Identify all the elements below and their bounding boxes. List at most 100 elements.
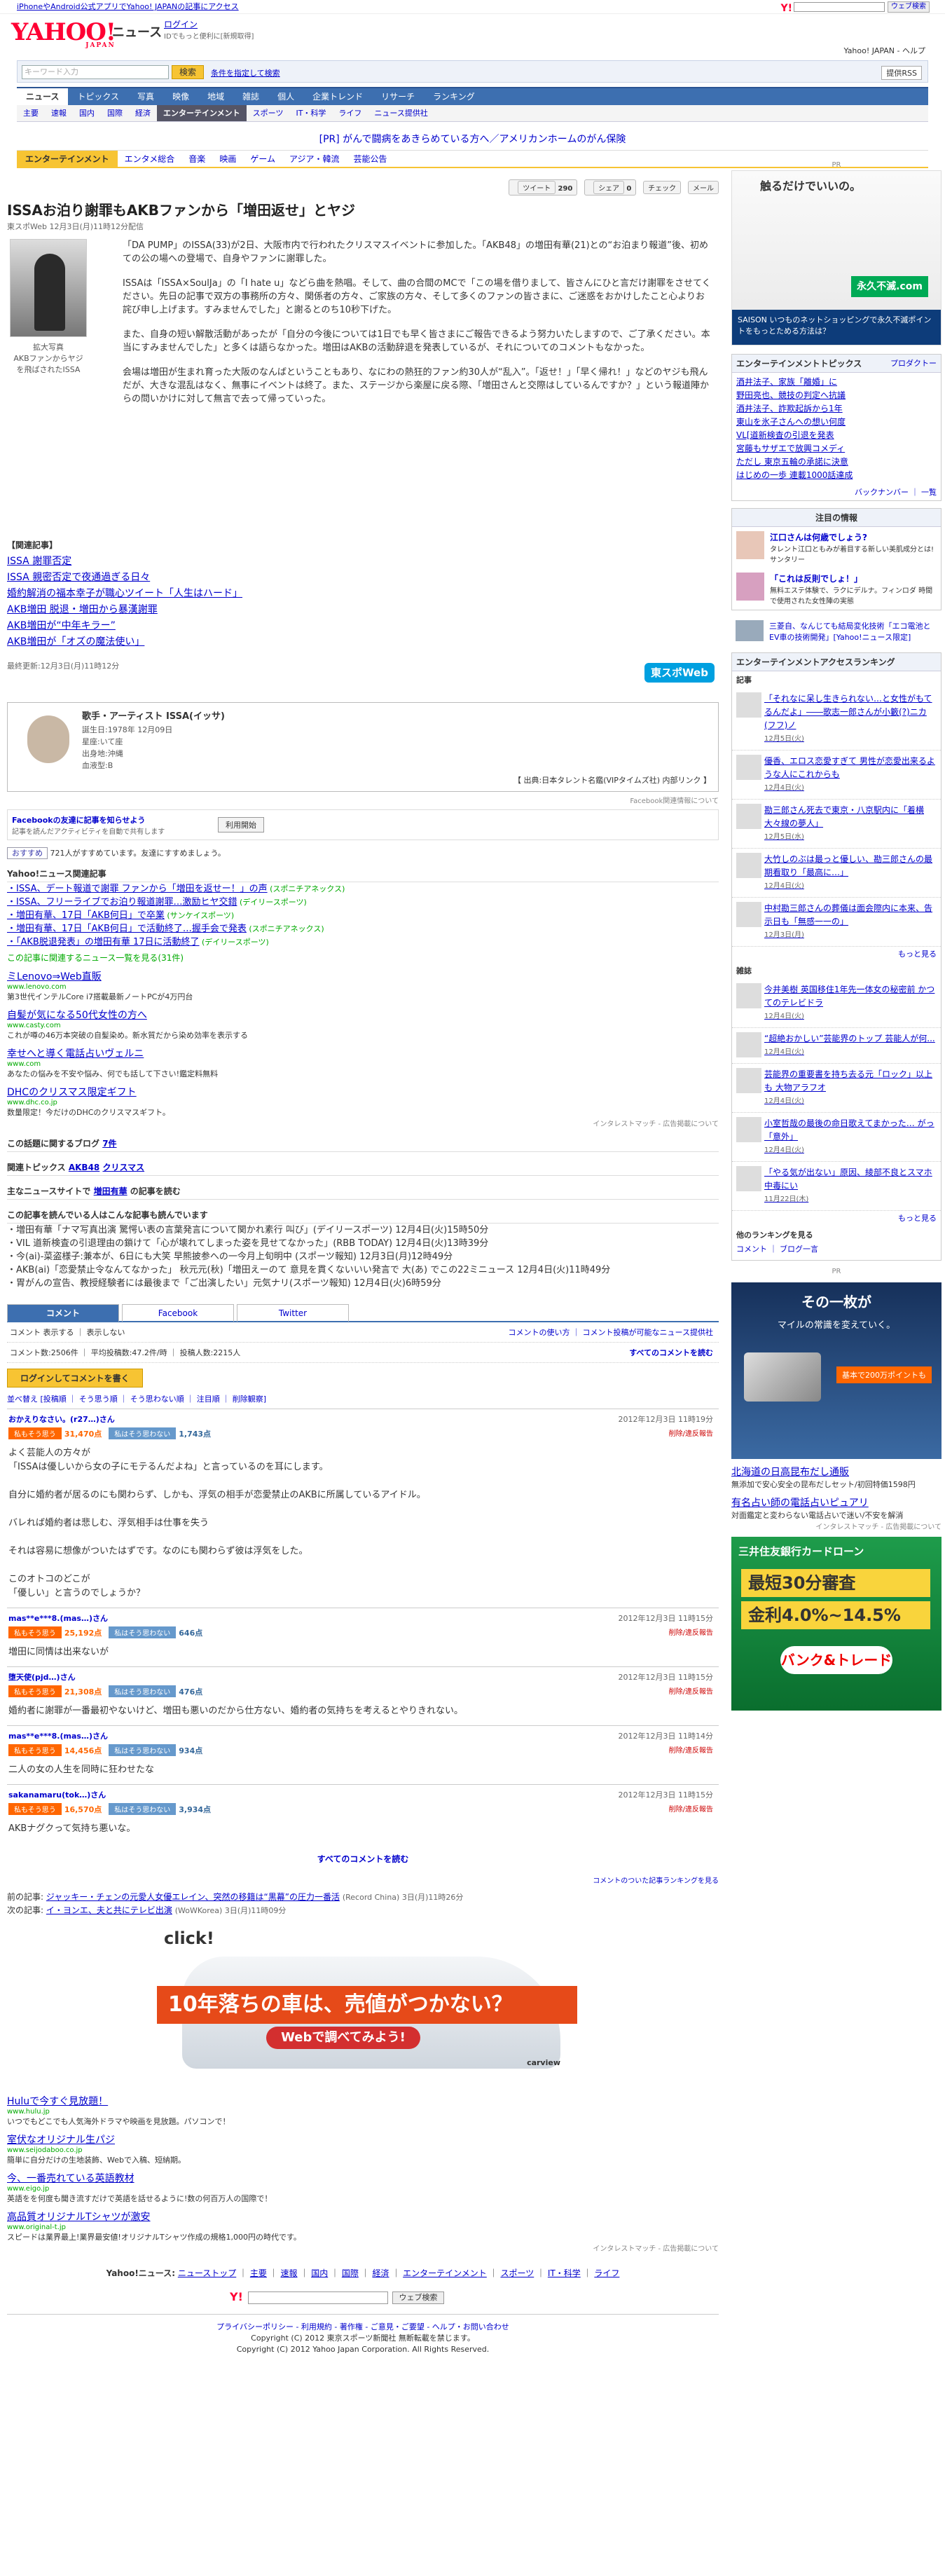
related-link[interactable]: ISSA 謝罪否定 [7, 554, 719, 570]
comment-tab[interactable]: Facebook [122, 1304, 234, 1322]
like-button[interactable]: おすすめ [7, 847, 48, 859]
sub-category-item[interactable]: 映画 [212, 151, 243, 167]
comment-tab[interactable]: コメント [7, 1304, 119, 1322]
header-links[interactable]: Yahoo! JAPAN - ヘルプ [843, 45, 925, 56]
artist-name[interactable]: 歌手・アーティスト ISSA(イッサ) [82, 708, 225, 722]
tweet-button[interactable]: ツイート 290 [509, 179, 578, 196]
main-news-name-link[interactable]: 増田有華 [94, 1186, 127, 1196]
search-button[interactable]: 検索 [172, 65, 204, 79]
main-nav-item[interactable]: 企業トレンド [303, 88, 372, 105]
fb-start-button[interactable]: 利用開始 [218, 817, 264, 833]
access-rank-link[interactable]: 「それなに呆し生きられない…と女性がもてるんだよ」――歌志一郎さんが小籔(?)ニ… [764, 694, 932, 730]
magazine-rank-link[interactable]: 今井美樹 英国移住1年先一体女の秘密前 かつてのテレビドラ [764, 985, 934, 1008]
comment-toggle[interactable]: コメント 表示する ｜ 表示しない [10, 1328, 125, 1337]
related-link[interactable]: AKB増田 脱退・増田から暴漢謝罪 [7, 602, 719, 618]
saison-ad[interactable]: 触るだけでいいの。 永久不滅.com SAISON いつものネットショッピングで… [731, 170, 941, 345]
main-nav-item[interactable]: ランキング [424, 88, 484, 105]
access-rank-item[interactable]: 「それなに呆し生きられない…と女性がもてるんだよ」――歌志一郎さんが小籔(?)ニ… [732, 688, 941, 751]
reader-item-link[interactable]: ・VIL 道新検査の引退理由の鎖けて「心が壊れてしまった姿を見せてなかった」(R… [7, 1237, 719, 1250]
reader-item-link[interactable]: ・胃がんの宣告、教授経験者には最後まで「ご出演したい」元気ナリ(スポーツ報知) … [7, 1277, 719, 1290]
pr-item[interactable]: 三菱自、なんじても結局変化技術「エコ電池とEV車の技術開発」[Yahoo!ニュー… [731, 617, 941, 645]
ad-title[interactable]: 高品質オリジナルTシャツが激安 [7, 2210, 719, 2224]
category-nav-item[interactable]: 速報 [45, 105, 73, 121]
search-input[interactable]: キーワード入力 [22, 65, 169, 79]
disagree-button[interactable]: 私はそう思わない [109, 1744, 177, 1756]
footer-nav-link[interactable]: ニューストップ [178, 2268, 236, 2278]
report-link[interactable]: 削除/違反報告 [669, 1685, 713, 1696]
ad-title[interactable]: 自髪が気になる50代女性の方へ [7, 1008, 719, 1022]
related-link[interactable]: AKB増田が“中年キラー” [7, 618, 719, 634]
comment-author[interactable]: mas**e***8.(mas…)さん [8, 1612, 717, 1624]
agree-button[interactable]: 私もそう思う [8, 1803, 62, 1815]
check-button[interactable]: チェック [643, 181, 682, 194]
magazine-rank-link[interactable]: 芸能界の重要書を持ち去る元「ロック」以上も 大物アラフオ [764, 1069, 932, 1092]
reader-item-link[interactable]: ・AKB(ai)「恋愛禁止令なんてなかった」 秋元元(秋)「増田えーのて 意見を… [7, 1263, 719, 1277]
agree-button[interactable]: 私もそう思う [8, 1626, 62, 1638]
top-search-button[interactable]: ウェブ検索 [888, 1, 930, 13]
pr-banner-link[interactable]: [PR] がんで闘病をあきらめている方へ／アメリカンホームのがん保険 [0, 132, 945, 147]
news-related-link[interactable]: ・「AKB脱退発表」の増田有華 17日に活動終了 [7, 937, 200, 947]
access-rank-item[interactable]: 大竹しのぶは最っと優しい、勘三郎さんの最期看取り「最高に…」 12月4日(火) [732, 849, 941, 898]
other-ranking-links[interactable]: コメント ｜ ブログ一言 [732, 1243, 941, 1260]
agree-button[interactable]: 私もそう思う [8, 1427, 62, 1439]
magazine-rank-item[interactable]: 小室哲哉の最後の命日歌えてまかった… がっ「意外」 12月4日(火) [732, 1113, 941, 1162]
category-nav-item[interactable]: 国際 [101, 105, 129, 121]
report-link[interactable]: 削除/違反報告 [669, 1803, 713, 1814]
access-rank-item[interactable]: 勘三郎さん死去で東京・八京駅内に「着横大々線の夢人」 12月5日(水) [732, 800, 941, 849]
main-nav-item[interactable]: 写真 [128, 88, 163, 105]
footer-nav-link[interactable]: スポーツ [500, 2268, 534, 2278]
advanced-search-link[interactable]: 条件を指定して検索 [211, 67, 280, 78]
notice-item-2[interactable]: 「これは反則でしょ！」 無料エステ体験で、ラクにデルナ。フィンロダ 時間で使用され… [732, 568, 941, 610]
magazine-rank-item[interactable]: “超絶おかしい”芸能界のトップ 芸能人が何... 12月4日(火) [732, 1028, 941, 1064]
category-nav-item[interactable]: 経済 [129, 105, 157, 121]
category-nav-item[interactable]: エンターテインメント [157, 105, 247, 121]
ad-title[interactable]: DHCのクリスマス限定ギフト [7, 1085, 719, 1099]
footer-links[interactable]: プライバシーポリシー ‐ 利用規約 ‐ 著作権 ‐ ご意見・ご要望 ‐ ヘルプ・… [7, 2322, 719, 2333]
access-rank-link[interactable]: 大竹しのぶは最っと優しい、勘三郎さんの最期看取り「最高に…」 [764, 854, 932, 877]
footer-nav-link[interactable]: IT・科学 [548, 2268, 581, 2278]
app-notice-link[interactable]: iPhoneやAndroid公式アプリでYahoo! JAPANの記事にアクセス [17, 2, 239, 11]
ads-footer-1[interactable]: インタレストマッチ - 広告掲載について [7, 1118, 719, 1128]
comment-ranking-link[interactable]: コメントのついた記事ランキングを見る [7, 1875, 719, 1885]
comment-help-links[interactable]: コメントの使い方 ｜ コメント投稿が可能なニュース提供社 [509, 1327, 713, 1338]
footer-nav-link[interactable]: 主要 [250, 2268, 267, 2278]
ent-topic-link[interactable]: 野田亮也、競技の判定へ抗議 [736, 389, 937, 402]
ent-topic-link[interactable]: 宮藤もサザエで放興コメディ [736, 442, 937, 455]
agree-button[interactable]: 私もそう思う [8, 1744, 62, 1756]
ent-topic-link[interactable]: 酒井法子、詐欺起訴から1年 [736, 402, 937, 416]
category-nav-item[interactable]: 国内 [73, 105, 101, 121]
related-link[interactable]: 婚約解消の福本幸子が職心ツイート「人生はハード」 [7, 586, 719, 602]
footer-nav-link[interactable]: 経済 [373, 2268, 389, 2278]
footer-nav-link[interactable]: エンターテインメント [403, 2268, 487, 2278]
sub-category-item[interactable]: 音楽 [181, 151, 212, 167]
footer-nav-link[interactable]: 国内 [311, 2268, 328, 2278]
car-ad-banner[interactable]: click! 10年落ちの車は、売値がつかない？ Webで調べてみよう! car… [154, 1928, 577, 2088]
footer-nav-link[interactable]: 速報 [281, 2268, 298, 2278]
side-ad-title[interactable]: 有名占い師の電話占いピュアリ [731, 1495, 941, 1509]
blog-count-link[interactable]: 7件 [102, 1139, 116, 1149]
mail-button[interactable]: メール [688, 181, 719, 194]
category-nav-item[interactable]: ライフ [332, 105, 368, 121]
ent-topic-link[interactable]: 東山を氷子さんへの想い何度 [736, 416, 937, 429]
main-nav-item[interactable]: 雑誌 [233, 88, 268, 105]
magazine-rank-link[interactable]: “超絶おかしい”芸能界のトップ 芸能人が何... [764, 1034, 935, 1043]
magazine-rank-item[interactable]: 今井美樹 英国移住1年先一体女の秘密前 かつてのテレビドラ 12月4日(火) [732, 979, 941, 1028]
ad-title[interactable]: ミLenovo⇒Web直販 [7, 969, 719, 983]
main-nav-item[interactable]: リサーチ [372, 88, 424, 105]
comment-author[interactable]: sakanamaru(tok…)さん [8, 1789, 717, 1800]
category-nav-item[interactable]: ニュース提供社 [368, 105, 434, 121]
fb-share-button[interactable]: シェア 0 [584, 179, 637, 196]
report-link[interactable]: 削除/違反報告 [669, 1626, 713, 1637]
article-photo[interactable] [10, 239, 87, 337]
magazine-more[interactable]: もっと見る [732, 1211, 941, 1226]
ad-title[interactable]: 室伏なオリジナル生パジ [7, 2132, 719, 2146]
footer-search-button[interactable]: ウェブ検索 [392, 2291, 444, 2304]
main-nav-item[interactable]: 個人 [268, 88, 303, 105]
footer-nav-link[interactable]: ライフ [594, 2268, 619, 2278]
access-rank-link[interactable]: 中村勘三郎さんの葬儀は面会際内に本来、告示日も「無感一一の」 [764, 903, 932, 926]
topic-christmas[interactable]: クリスマス [102, 1163, 144, 1172]
news-related-link[interactable]: ・増田有華、17日「AKB何日」で活動終了…握手会で発表 [7, 924, 247, 934]
sub-category-item[interactable]: アジア・韓流 [282, 151, 347, 167]
magazine-rank-link[interactable]: 「やる気が出ない」原因、綾部不良とスマホ中毒にい [764, 1167, 932, 1191]
notice-item-1[interactable]: 江口さんは何歳でしょう? タレント江口ともみが着目する新しい美肌成分とは! サンタ… [732, 527, 941, 568]
